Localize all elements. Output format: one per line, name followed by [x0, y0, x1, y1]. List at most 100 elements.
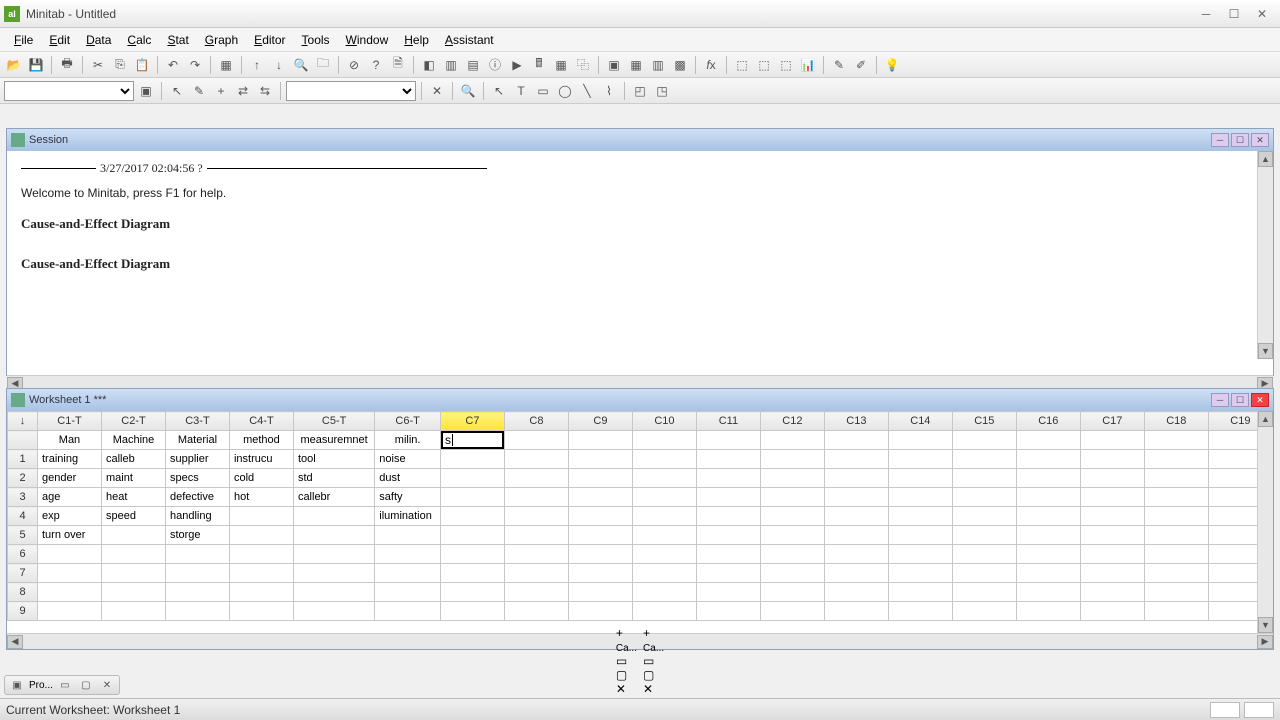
swap-icon[interactable]: ⇄ [233, 81, 253, 101]
data-cell[interactable] [952, 583, 1016, 602]
scroll-down-icon[interactable]: ▼ [1258, 617, 1273, 633]
data-cell[interactable] [952, 545, 1016, 564]
row-number[interactable]: 2 [8, 469, 38, 488]
col-header[interactable]: C2-T [101, 412, 165, 431]
data-cell[interactable] [952, 526, 1016, 545]
data-cell[interactable] [888, 507, 952, 526]
data-cell[interactable] [1080, 583, 1144, 602]
data-cell[interactable]: speed [101, 507, 165, 526]
text-icon[interactable]: T [511, 81, 531, 101]
col-header[interactable]: C9 [568, 412, 632, 431]
data-cell[interactable] [38, 545, 102, 564]
col-name-cell[interactable]: s [440, 431, 504, 450]
tab-ca1-label[interactable]: Ca... [616, 643, 637, 654]
data-cell[interactable] [760, 488, 824, 507]
data-cell[interactable] [101, 526, 165, 545]
rect-icon[interactable]: ▭ [533, 81, 553, 101]
data-cell[interactable]: exp [38, 507, 102, 526]
report2-icon[interactable]: ▦ [626, 55, 646, 75]
data-cell[interactable] [1016, 545, 1080, 564]
data-cell[interactable] [824, 602, 888, 621]
menu-tools[interactable]: Tools [294, 30, 338, 50]
data-cell[interactable] [1144, 564, 1208, 583]
worksheet-vscroll[interactable]: ▲ ▼ [1257, 411, 1273, 633]
data-cell[interactable] [229, 507, 293, 526]
tab-ca2-label[interactable]: Ca... [643, 643, 664, 654]
tool-c-icon[interactable]: ▤ [463, 55, 483, 75]
menu-edit[interactable]: Edit [41, 30, 78, 50]
data-cell[interactable] [760, 583, 824, 602]
menu-help[interactable]: Help [396, 30, 437, 50]
data-cell[interactable] [165, 602, 229, 621]
data-cell[interactable]: handling [165, 507, 229, 526]
col-name-cell[interactable]: Material [165, 431, 229, 450]
report1-icon[interactable]: ▣ [604, 55, 624, 75]
data-cell[interactable] [632, 450, 696, 469]
cut-icon[interactable]: ✂ [88, 55, 108, 75]
add-tab-icon[interactable]: + [616, 626, 637, 640]
report3-icon[interactable]: ▥ [648, 55, 668, 75]
data-cell[interactable] [1080, 526, 1144, 545]
data-cell[interactable] [504, 526, 568, 545]
project-tab-label[interactable]: Pro... [29, 680, 53, 691]
data-cell[interactable] [38, 583, 102, 602]
data-cell[interactable] [1016, 488, 1080, 507]
col-header[interactable]: C14 [888, 412, 952, 431]
data-cell[interactable] [229, 526, 293, 545]
col-header[interactable]: C4-T [229, 412, 293, 431]
col-header[interactable]: C15 [952, 412, 1016, 431]
row-number[interactable]: 7 [8, 564, 38, 583]
folder-icon[interactable]: 🗀 [313, 55, 333, 75]
add-tab2-icon[interactable]: + [643, 626, 664, 640]
row-number[interactable]: 9 [8, 602, 38, 621]
goto-icon[interactable]: ▣ [136, 81, 156, 101]
row-number[interactable]: 4 [8, 507, 38, 526]
data-cell[interactable] [760, 564, 824, 583]
tab-close[interactable]: ✕ [98, 677, 116, 693]
data-cell[interactable] [504, 450, 568, 469]
col-header[interactable]: C11 [696, 412, 760, 431]
shape2-icon[interactable]: ◳ [652, 81, 672, 101]
data-cell[interactable] [888, 450, 952, 469]
data-cell[interactable] [888, 564, 952, 583]
data-cell[interactable] [440, 564, 504, 583]
polyline-icon[interactable]: ⌇ [599, 81, 619, 101]
data-cell[interactable] [568, 507, 632, 526]
data-cell[interactable] [824, 488, 888, 507]
col-name-cell[interactable] [888, 431, 952, 450]
data-cell[interactable] [293, 602, 374, 621]
close-button[interactable]: ✕ [1248, 4, 1276, 24]
data-cell[interactable] [504, 469, 568, 488]
data-cell[interactable] [504, 564, 568, 583]
scroll-up-icon[interactable]: ▲ [1258, 151, 1273, 167]
data-cell[interactable] [1016, 450, 1080, 469]
data-cell[interactable] [632, 488, 696, 507]
tab-action2[interactable]: ▢ [77, 677, 95, 693]
row-number[interactable]: 1 [8, 450, 38, 469]
data-cell[interactable] [375, 564, 441, 583]
data-cell[interactable]: maint [101, 469, 165, 488]
data-cell[interactable]: heat [101, 488, 165, 507]
data-cell[interactable] [696, 545, 760, 564]
data-cell[interactable] [952, 507, 1016, 526]
data-cell[interactable] [568, 488, 632, 507]
stat2-icon[interactable]: ⬚ [754, 55, 774, 75]
tool-b-icon[interactable]: ▥ [441, 55, 461, 75]
data-cell[interactable] [375, 583, 441, 602]
session-vscroll[interactable]: ▲ ▼ [1257, 151, 1273, 359]
row-number[interactable]: 8 [8, 583, 38, 602]
data-cell[interactable] [568, 583, 632, 602]
crosshair-icon[interactable]: + [211, 81, 231, 101]
value-combo[interactable] [286, 81, 416, 101]
data-cell[interactable] [504, 602, 568, 621]
data-cell[interactable] [760, 450, 824, 469]
find-icon[interactable]: 🔍 [291, 55, 311, 75]
data-cell[interactable]: instrucu [229, 450, 293, 469]
col-name-cell[interactable] [504, 431, 568, 450]
data-cell[interactable] [440, 469, 504, 488]
data-cell[interactable] [568, 526, 632, 545]
session-max-button[interactable]: ☐ [1231, 133, 1249, 147]
report4-icon[interactable]: ▩ [670, 55, 690, 75]
data-cell[interactable] [440, 526, 504, 545]
col-header[interactable]: C8 [504, 412, 568, 431]
